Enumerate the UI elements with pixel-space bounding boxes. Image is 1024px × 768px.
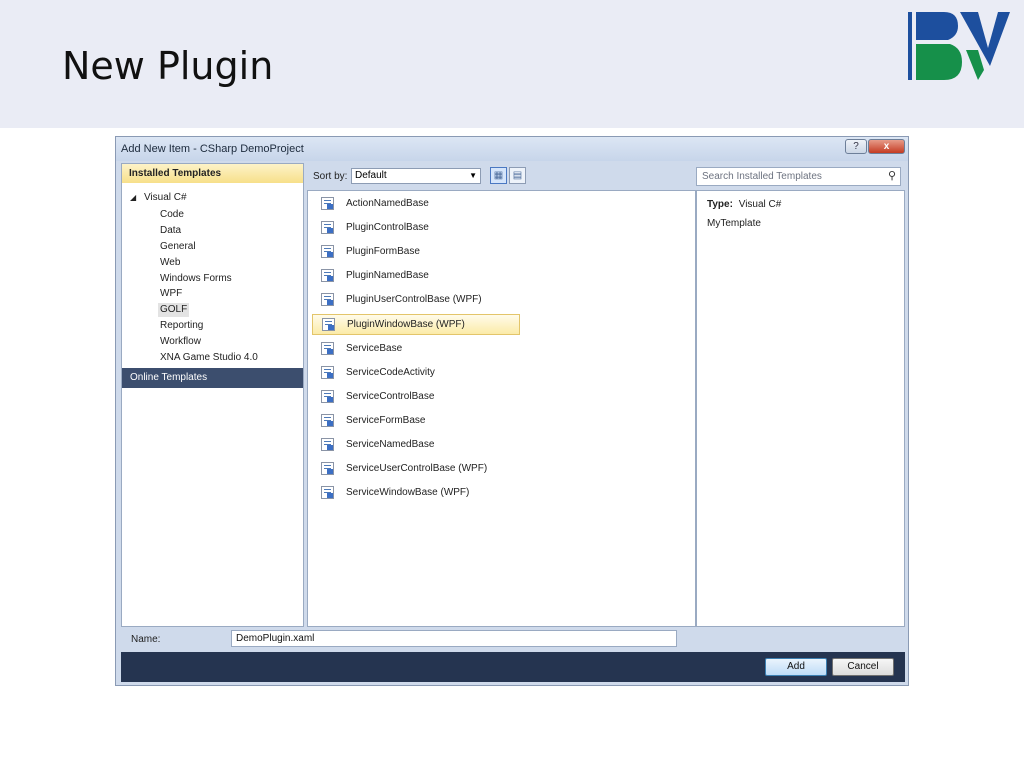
template-file-icon [321, 438, 334, 451]
template-file-icon [321, 414, 334, 427]
template-item-service-base[interactable]: ServiceBase [312, 339, 520, 360]
name-input[interactable]: DemoPlugin.xaml [231, 630, 677, 647]
template-file-icon [321, 269, 334, 282]
tree-item-web[interactable]: Web [160, 256, 180, 270]
slide-title: New Plugin [62, 44, 274, 88]
type-value: Visual C# [738, 199, 782, 210]
template-label: ServiceControlBase [346, 391, 435, 402]
template-item-service-window-base[interactable]: ServiceWindowBase (WPF) [312, 483, 520, 504]
tree-item-xna-game-studio[interactable]: XNA Game Studio 4.0 [160, 351, 258, 365]
template-item-plugin-control-base[interactable]: PluginControlBase [312, 218, 520, 239]
medium-icons-view-button[interactable]: ▦ [490, 167, 507, 184]
template-file-icon [321, 462, 334, 475]
name-label: Name: [131, 634, 161, 645]
dropdown-arrow-icon: ▼ [469, 171, 477, 180]
template-label: ServiceBase [346, 343, 403, 354]
template-description: MyTemplate [707, 218, 761, 229]
template-item-plugin-user-control-base[interactable]: PluginUserControlBase (WPF) [312, 290, 520, 311]
tree-root-label: Visual C# [143, 192, 187, 203]
template-label: PluginUserControlBase (WPF) [346, 294, 482, 305]
add-button[interactable]: Add [765, 658, 827, 676]
dialog-footer: Add Cancel [121, 652, 905, 682]
dialog-titlebar[interactable]: Add New Item - CSharp DemoProject ? x [116, 137, 908, 161]
search-placeholder: Search Installed Templates [702, 171, 822, 182]
template-label: ServiceFormBase [346, 415, 426, 426]
sort-by-label: Sort by: [313, 171, 348, 182]
type-label: Type: [707, 199, 733, 210]
installed-templates-header[interactable]: Installed Templates [122, 164, 303, 183]
template-label: ServiceNamedBase [346, 439, 435, 450]
template-type: Type: Visual C# [707, 199, 781, 210]
small-icons-view-button[interactable]: ▤ [509, 167, 526, 184]
template-category-pane: Installed Templates ◢ Visual C# Code Dat… [121, 163, 304, 627]
tree-item-windows-forms[interactable]: Windows Forms [160, 272, 232, 286]
template-item-plugin-window-base[interactable]: PluginWindowBase (WPF) [312, 314, 520, 335]
close-button[interactable]: x [868, 139, 905, 154]
template-item-service-named-base[interactable]: ServiceNamedBase [312, 435, 520, 456]
template-file-icon [321, 366, 334, 379]
template-item-action-named-base[interactable]: ActionNamedBase [312, 194, 520, 215]
template-item-service-user-control-base[interactable]: ServiceUserControlBase (WPF) [312, 459, 520, 480]
tree-item-data[interactable]: Data [160, 224, 181, 238]
collapse-triangle-icon[interactable]: ◢ [130, 193, 136, 202]
template-file-icon [322, 318, 335, 331]
sort-toolbar: Sort by: Default ▼ ▦ ▤ [306, 163, 696, 189]
search-installed-templates-input[interactable]: Search Installed Templates ⚲ [696, 167, 901, 186]
sort-by-select[interactable]: Default ▼ [351, 168, 481, 184]
template-label: ServiceCodeActivity [346, 367, 435, 378]
cancel-button[interactable]: Cancel [832, 658, 894, 676]
template-file-icon [321, 293, 334, 306]
template-item-plugin-named-base[interactable]: PluginNamedBase [312, 266, 520, 287]
template-item-service-control-base[interactable]: ServiceControlBase [312, 387, 520, 408]
template-list: ActionNamedBase PluginControlBase Plugin… [307, 190, 696, 627]
dialog-title: Add New Item - CSharp DemoProject [121, 143, 304, 155]
template-file-icon [321, 342, 334, 355]
search-icon[interactable]: ⚲ [888, 168, 896, 185]
tree-item-golf[interactable]: GOLF [158, 303, 190, 317]
tree-item-workflow[interactable]: Workflow [160, 335, 201, 349]
tree-item-general[interactable]: General [160, 240, 196, 254]
template-file-icon [321, 221, 334, 234]
template-label: ServiceWindowBase (WPF) [346, 487, 470, 498]
tree-item-wpf[interactable]: WPF [160, 287, 182, 301]
tree-root-visual-csharp[interactable]: ◢ Visual C# [130, 192, 187, 203]
add-new-item-dialog: Add New Item - CSharp DemoProject ? x In… [115, 136, 909, 686]
template-details-pane: Type: Visual C# MyTemplate [696, 190, 905, 627]
online-templates-item[interactable]: Online Templates [122, 368, 303, 388]
bv-logo [908, 12, 1010, 80]
template-file-icon [321, 197, 334, 210]
template-label: ActionNamedBase [346, 198, 429, 209]
template-label: ServiceUserControlBase (WPF) [346, 463, 488, 474]
template-file-icon [321, 390, 334, 403]
tree-item-code[interactable]: Code [160, 208, 184, 222]
template-file-icon [321, 245, 334, 258]
template-item-service-code-activity[interactable]: ServiceCodeActivity [312, 363, 520, 384]
template-label: PluginNamedBase [346, 270, 429, 281]
template-label: PluginControlBase [346, 222, 429, 233]
template-file-icon [321, 486, 334, 499]
template-label: PluginFormBase [346, 246, 420, 257]
help-button[interactable]: ? [845, 139, 867, 154]
template-item-service-form-base[interactable]: ServiceFormBase [312, 411, 520, 432]
template-item-plugin-form-base[interactable]: PluginFormBase [312, 242, 520, 263]
name-row: Name: DemoPlugin.xaml [121, 628, 905, 652]
tree-item-reporting[interactable]: Reporting [160, 319, 203, 333]
sort-by-value: Default [355, 170, 387, 181]
template-label: PluginWindowBase (WPF) [347, 319, 465, 330]
